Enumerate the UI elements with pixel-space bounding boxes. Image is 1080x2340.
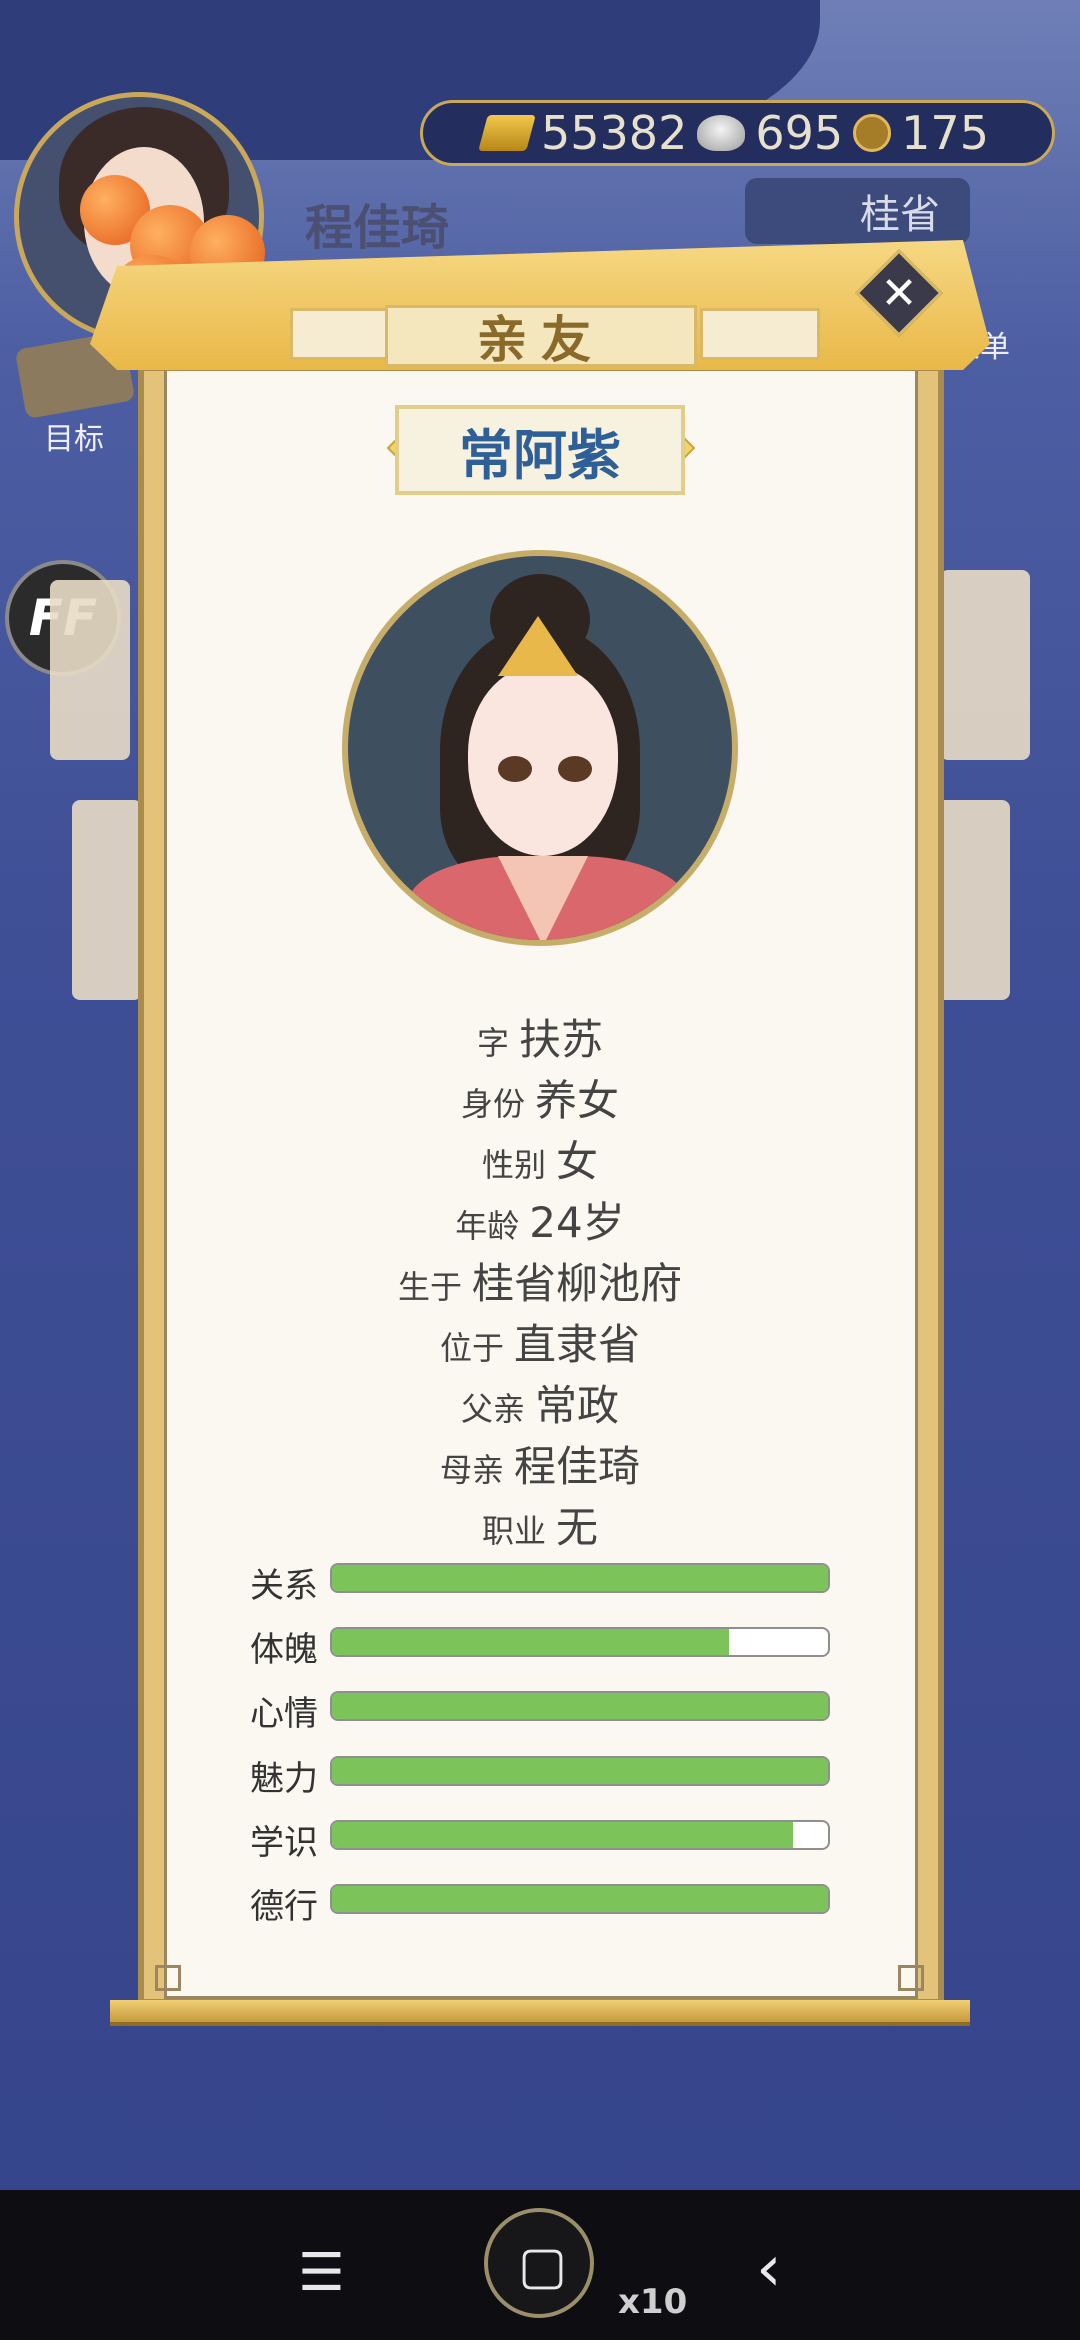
info-row-occupation: 职业无 bbox=[0, 1494, 1080, 1555]
portrait-eye-right bbox=[558, 756, 592, 782]
stat-bar-relationship bbox=[330, 1563, 830, 1593]
stat-fill bbox=[332, 1565, 828, 1591]
background-card bbox=[72, 800, 142, 1000]
info-key: 父亲 bbox=[460, 1390, 525, 1428]
silver-ingot-icon bbox=[697, 115, 746, 151]
background-card bbox=[50, 580, 130, 760]
info-row-courtesy-name: 字扶苏 bbox=[0, 1006, 1080, 1067]
stat-fill bbox=[332, 1886, 828, 1912]
corner-ornament bbox=[898, 1965, 924, 1991]
portrait-eye-left bbox=[498, 756, 532, 782]
stat-bar-physique bbox=[330, 1627, 830, 1657]
copper-coin-icon bbox=[853, 114, 892, 152]
info-row-location: 位于 直隶省 bbox=[0, 1311, 1080, 1372]
stat-fill bbox=[332, 1629, 729, 1655]
stat-label-virtue: 德行 bbox=[250, 1887, 318, 1927]
goal-label[interactable]: 目标 bbox=[44, 414, 104, 458]
dialog-title: 亲友 bbox=[385, 305, 697, 369]
info-row-father: 父亲 常政 bbox=[0, 1372, 1080, 1433]
info-row-birthplace: 生于 桂省柳池府 bbox=[0, 1250, 1080, 1311]
stat-label-physique: 体魄 bbox=[250, 1630, 318, 1670]
stat-label-knowledge: 学识 bbox=[250, 1823, 318, 1863]
home-icon[interactable]: ▢ bbox=[518, 2236, 567, 2296]
currency-bar: 55382 695 175 bbox=[420, 100, 1055, 166]
info-key: 母亲 bbox=[439, 1451, 504, 1489]
stat-label-charm: 魅力 bbox=[250, 1759, 318, 1799]
region-label: 桂省 bbox=[860, 192, 940, 238]
info-value: 养女 bbox=[535, 1076, 620, 1125]
info-value: 无 bbox=[556, 1503, 599, 1552]
person-name: 常阿紫 bbox=[395, 405, 685, 495]
player-name: 程佳琦 bbox=[305, 200, 450, 256]
info-key: 年龄 bbox=[455, 1207, 520, 1245]
info-key: 性别 bbox=[481, 1146, 546, 1184]
info-value: 女 bbox=[556, 1137, 599, 1186]
coin-amount: 175 bbox=[901, 106, 989, 160]
stat-fill bbox=[332, 1822, 794, 1848]
silver-amount: 695 bbox=[755, 106, 844, 160]
info-value: 常政 bbox=[535, 1381, 620, 1430]
region-button[interactable]: 桂省 bbox=[745, 178, 970, 244]
info-value: 程佳琦 bbox=[514, 1442, 641, 1491]
stat-fill bbox=[332, 1693, 828, 1719]
corner-ornament bbox=[155, 1965, 181, 1991]
info-key: 身份 bbox=[460, 1085, 525, 1123]
info-key: 生于 bbox=[397, 1268, 462, 1306]
close-icon: ✕ bbox=[880, 267, 918, 319]
float-count: x10 bbox=[618, 2282, 688, 2322]
banner-tab-right bbox=[700, 308, 820, 360]
info-value: 扶苏 bbox=[519, 1015, 604, 1064]
back-icon[interactable]: ‹ bbox=[756, 2232, 782, 2306]
info-row-age: 年龄 24岁 bbox=[0, 1189, 1080, 1250]
info-key: 字 bbox=[476, 1024, 509, 1062]
gold-ingot-icon bbox=[478, 115, 536, 151]
info-row-identity: 身份 养女 bbox=[0, 1067, 1080, 1128]
scroll-bottom-rod bbox=[110, 2000, 970, 2026]
portrait-face bbox=[468, 666, 618, 856]
person-portrait bbox=[342, 550, 738, 946]
stat-label-relationship: 关系 bbox=[250, 1566, 318, 1606]
info-key: 位于 bbox=[439, 1329, 504, 1367]
stat-bar-charm bbox=[330, 1756, 830, 1786]
stat-fill bbox=[332, 1758, 828, 1784]
info-key: 职业 bbox=[481, 1512, 546, 1550]
stat-bar-virtue bbox=[330, 1884, 830, 1914]
stat-label-mood: 心情 bbox=[250, 1694, 318, 1734]
info-value: 24岁 bbox=[529, 1198, 625, 1247]
info-row-mother: 母亲 程佳琦 bbox=[0, 1433, 1080, 1494]
info-row-gender: 性别女 bbox=[0, 1128, 1080, 1189]
info-value: 直隶省 bbox=[514, 1320, 641, 1369]
stat-bar-mood bbox=[330, 1691, 830, 1721]
background-card bbox=[940, 570, 1030, 760]
menu-icon[interactable]: ☰ bbox=[298, 2243, 345, 2303]
info-value: 桂省柳池府 bbox=[472, 1259, 683, 1308]
stat-bar-knowledge bbox=[330, 1820, 830, 1850]
gold-amount: 55382 bbox=[541, 106, 688, 160]
